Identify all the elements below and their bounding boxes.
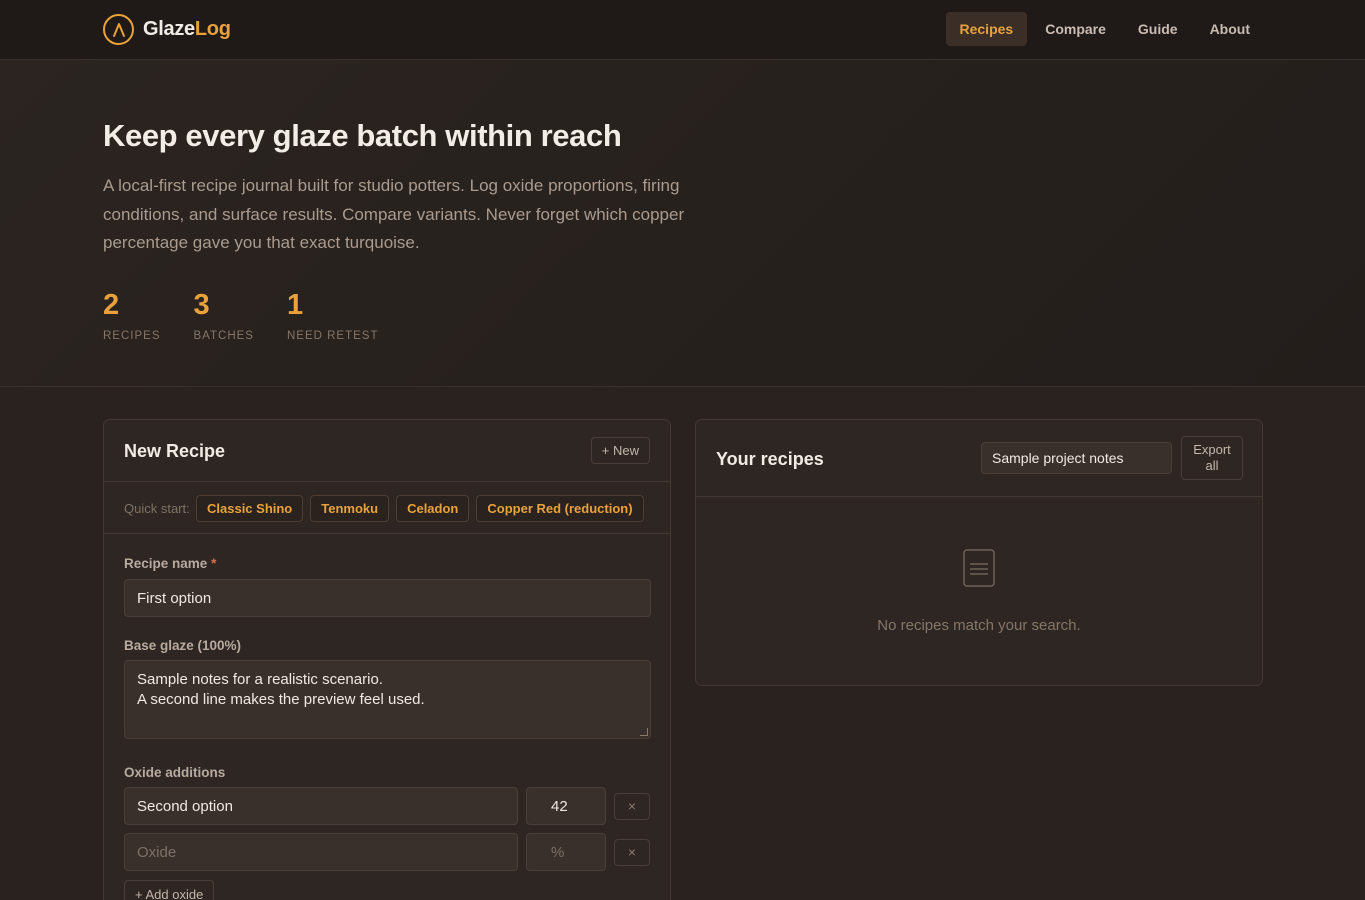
brand-part-2: Log	[194, 18, 231, 40]
new-recipe-title: New Recipe	[124, 441, 226, 461]
resize-handle-icon[interactable]	[640, 728, 648, 736]
stat-value: 1	[286, 289, 304, 321]
brand-name: GlazeLog	[143, 18, 231, 41]
chip-copper-red[interactable]: Copper Red (reduction)	[476, 495, 644, 522]
oxide-percent-input[interactable]: 42	[526, 787, 606, 825]
nav-links: Recipes Compare Guide About	[945, 12, 1265, 46]
stat-value: 2	[103, 289, 120, 321]
hero-title: Keep every glaze batch within reach	[103, 118, 622, 153]
nav-about[interactable]: About	[1196, 12, 1264, 46]
oxide-row-empty: Oxide % ×	[124, 833, 651, 871]
recipe-form: Recipe name * First option Base glaze (1…	[124, 556, 651, 900]
oxide-row: Second option 42 ×	[124, 787, 651, 825]
new-recipe-card: New Recipe + New Quick start: Classic Sh…	[103, 419, 671, 900]
recipe-name-label: Recipe name *	[124, 556, 651, 571]
stat-value: 3	[193, 289, 210, 321]
document-icon	[963, 549, 995, 592]
new-button[interactable]: + New	[590, 437, 650, 464]
oxide-percent-input-empty[interactable]: %	[526, 833, 606, 871]
chip-tenmoku[interactable]: Tenmoku	[310, 495, 390, 522]
brand-part-1: Glaze	[143, 18, 195, 40]
nav-compare[interactable]: Compare	[1031, 12, 1120, 46]
stat-need-retest: 1 NEED RETEST	[287, 288, 379, 342]
stat-recipes: 2 RECIPES	[103, 288, 161, 342]
export-all-button[interactable]: Export all	[1181, 436, 1243, 480]
hero-description: A local-first recipe journal built for s…	[103, 176, 685, 252]
recipes-list-card: Your recipes Sample project notes Export…	[695, 419, 1263, 686]
top-nav: GlazeLog Recipes Compare Guide About	[0, 0, 1365, 60]
quick-start-bar: Quick start: Classic Shino Tenmoku Celad…	[104, 482, 670, 534]
chip-celadon[interactable]: Celadon	[396, 495, 470, 522]
base-glaze-textarea[interactable]: Sample notes for a realistic scenario. A…	[124, 660, 651, 739]
recipes-list-header: Your recipes Sample project notes Export…	[696, 420, 1262, 497]
base-glaze-label: Base glaze (100%)	[124, 638, 242, 653]
quick-start-chips: Classic Shino Tenmoku Celadon Copper Red…	[196, 495, 644, 522]
search-input[interactable]: Sample project notes	[981, 442, 1172, 474]
recipes-list-title: Your recipes	[716, 449, 824, 469]
new-recipe-header: New Recipe + New	[104, 420, 670, 482]
chip-classic-shino[interactable]: Classic Shino	[196, 495, 304, 522]
add-oxide-button[interactable]: + Add oxide	[124, 880, 215, 900]
recipe-name-input[interactable]: First option	[124, 579, 651, 617]
logo[interactable]: GlazeLog	[103, 14, 231, 45]
oxide-name-input-empty[interactable]: Oxide	[124, 833, 518, 871]
logo-icon	[103, 14, 134, 45]
stats: 2 RECIPES 3 BATCHES 1 NEED RETEST	[103, 288, 378, 342]
stat-label: BATCHES	[193, 330, 254, 342]
oxide-name-input[interactable]: Second option	[124, 787, 518, 825]
base-glaze-text: Sample notes for a realistic scenario. A…	[137, 671, 425, 708]
nav-recipes[interactable]: Recipes	[945, 12, 1028, 46]
stat-batches: 3 BATCHES	[194, 288, 254, 342]
remove-oxide-button[interactable]: ×	[614, 792, 650, 820]
quick-start-label: Quick start:	[124, 501, 190, 516]
recipe-name-label-text: Recipe name	[124, 556, 208, 571]
stat-label: NEED RETEST	[286, 330, 379, 342]
remove-oxide-button-empty[interactable]: ×	[614, 838, 650, 866]
oxide-additions-label: Oxide additions	[124, 765, 226, 780]
nav-guide[interactable]: Guide	[1124, 12, 1192, 46]
stat-label: RECIPES	[103, 330, 161, 342]
hero-section: Keep every glaze batch within reach A lo…	[0, 60, 1365, 387]
add-oxide-wrap: + Add oxide	[124, 880, 651, 900]
required-marker: *	[211, 556, 217, 571]
empty-state-message: No recipes match your search.	[877, 617, 1081, 634]
